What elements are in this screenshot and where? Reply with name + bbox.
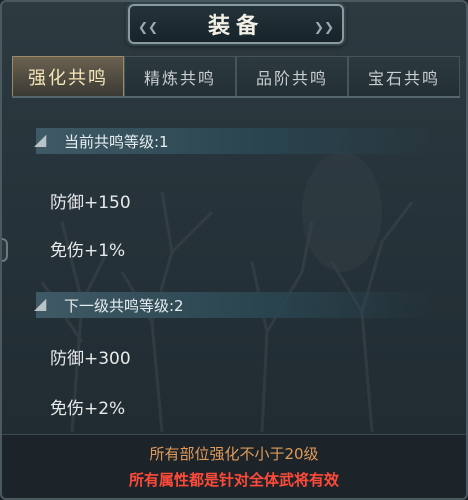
current-stat-damage-reduction: 免伤+1% — [50, 241, 126, 261]
tab-refine-resonance[interactable]: 精炼共鸣 — [124, 56, 236, 96]
current-stat-defense: 防御+150 — [50, 193, 131, 213]
side-handle — [2, 238, 8, 262]
ornament-left-icon: ❮❮ — [138, 20, 159, 34]
header-arrow-icon: ◢ — [34, 130, 47, 149]
next-stat-defense: 防御+300 — [50, 349, 131, 369]
next-stat-damage-reduction: 免伤+2% — [50, 399, 126, 419]
current-level-label: 当前共鸣等级:1 — [64, 132, 169, 151]
tab-bar: 强化共鸣 精炼共鸣 品阶共鸣 宝石共鸣 — [12, 56, 460, 98]
equipment-resonance-panel: ❮❮ 装备 ❯❯ 强化共鸣 精炼共鸣 品阶共鸣 宝石共鸣 ◢ 当前共鸣等级:1 … — [0, 0, 468, 500]
current-level-header: ◢ 当前共鸣等级:1 — [34, 128, 434, 154]
tab-strengthen-resonance[interactable]: 强化共鸣 — [12, 56, 124, 96]
header-arrow-icon: ◢ — [34, 294, 47, 313]
tab-grade-resonance[interactable]: 品阶共鸣 — [236, 56, 348, 96]
tab-gem-resonance[interactable]: 宝石共鸣 — [348, 56, 460, 96]
effect-note-text: 所有属性都是针对全体武将有效 — [128, 471, 339, 489]
window-title: 装备 — [207, 14, 264, 39]
title-plate: ❮❮ 装备 ❯❯ — [128, 4, 344, 44]
next-level-label: 下一级共鸣等级:2 — [64, 296, 184, 315]
next-level-header: ◢ 下一级共鸣等级:2 — [34, 292, 434, 318]
footer: 所有部位强化不小于20级 所有属性都是针对全体武将有效 — [2, 434, 466, 498]
requirement-text: 所有部位强化不小于20级 — [149, 445, 319, 463]
ornament-right-icon: ❯❯ — [313, 20, 334, 34]
